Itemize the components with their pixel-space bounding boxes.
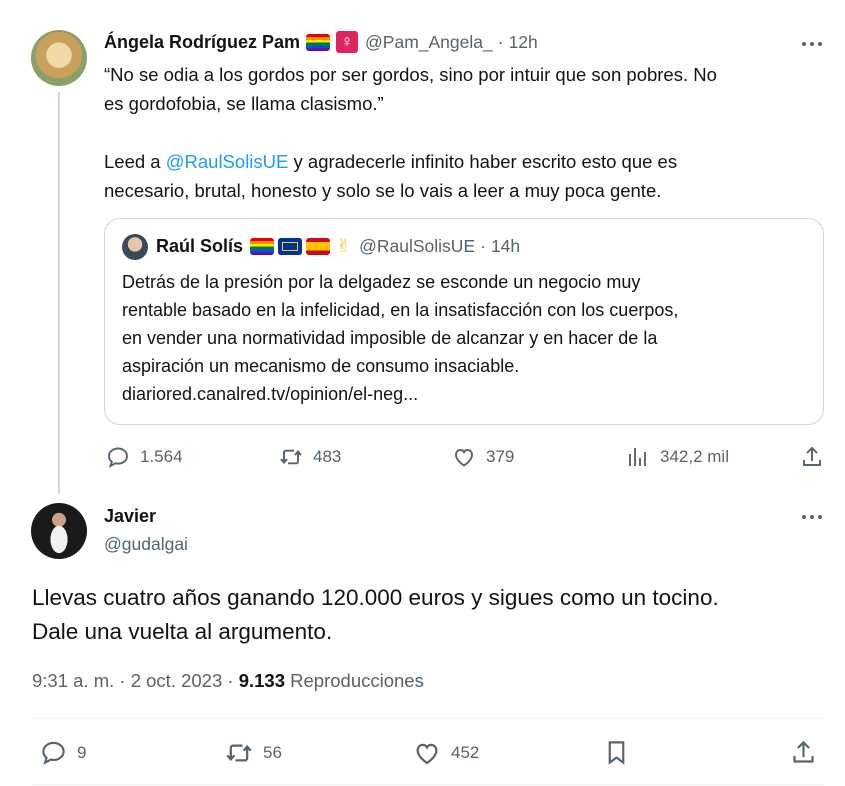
like-count: 452 [451, 743, 480, 762]
quote-text-line: en vender una normatividad imposible de … [122, 328, 658, 348]
retweet-icon [226, 744, 252, 762]
like-button[interactable]: 379 [452, 445, 514, 469]
retweet-count: 483 [313, 447, 342, 466]
quote-text-line: Detrás de la presión por la delgadez se … [122, 272, 641, 292]
female-symbol-icon: ♀ [336, 31, 359, 53]
more-options-icon[interactable] [802, 42, 822, 46]
tweet-text-line: Leed a @RaulSolisUE y agradecerle infini… [104, 151, 678, 172]
divider [32, 718, 824, 719]
tweet-text-line: es gordofobia, se llama clasismo.” [104, 93, 384, 114]
tweet-text-line: Dale una vuelta al argumento. [32, 619, 333, 644]
like-count: 379 [486, 447, 515, 466]
quote-author-handle: @RaulSolisUE [359, 236, 476, 256]
tweet-timestamp[interactable]: 9:31 a. m. · 2 oct. 2023 · [32, 670, 234, 691]
quote-header: Raúl Solís ✌ @RaulSolisUE · 14h [156, 236, 520, 257]
share-icon [793, 740, 814, 763]
retweet-count: 56 [263, 743, 282, 762]
heart-icon [455, 449, 473, 467]
quote-author-name: Raúl Solís [156, 236, 244, 256]
reply-count: 1.564 [140, 447, 183, 466]
avatar-javier[interactable] [31, 503, 87, 559]
rainbow-flag-icon [306, 33, 331, 51]
reply-button[interactable]: 1.564 [106, 445, 183, 469]
tweet1-text: “No se odia a los gordos por ser gordos,… [104, 60, 824, 205]
quote-text: Detrás de la presión por la delgadez se … [122, 268, 812, 408]
views-count: 342,2 mil [660, 447, 729, 466]
mention-link[interactable]: @RaulSolisUE [166, 151, 289, 172]
spain-flag-icon [306, 238, 331, 255]
reply-icon [108, 447, 128, 468]
author-handle[interactable]: @gudalgai [104, 534, 188, 555]
tweet-text-line: necesario, brutal, honesto y solo se lo … [104, 180, 662, 201]
heart-icon [416, 743, 438, 765]
views-button[interactable]: 342,2 mil [626, 445, 729, 469]
bookmark-button[interactable] [603, 739, 630, 766]
views-label: Reproducciones [290, 670, 424, 691]
retweet-icon [280, 449, 302, 465]
author-name[interactable]: Ángela Rodríguez Pam [104, 32, 300, 53]
tweet-time[interactable]: 12h [509, 32, 538, 53]
author-handle[interactable]: @Pam_Angela_ [365, 32, 493, 53]
quote-text-line: rentable basado en la infelicidad, en la… [122, 300, 679, 320]
views-number: 9.133 [238, 670, 285, 691]
quote-time: 14h [490, 236, 521, 256]
thread-connector-line [58, 92, 60, 494]
author-name[interactable]: Javier [104, 506, 156, 527]
share-button[interactable] [800, 445, 824, 469]
retweet-button[interactable]: 56 [225, 739, 282, 767]
retweet-button[interactable]: 483 [279, 445, 341, 469]
tweet-text-line: “No se odia a los gordos por ser gordos,… [104, 64, 717, 85]
separator-dot: · [497, 31, 504, 52]
separator-dot: · [480, 236, 486, 256]
like-button[interactable]: 452 [413, 739, 479, 767]
tweet-text-line: Llevas cuatro años ganando 120.000 euros… [32, 585, 719, 610]
reply-button[interactable]: 9 [40, 739, 86, 766]
reply-icon [42, 741, 65, 765]
tweet1-header: Ángela Rodríguez Pam ♀ @Pam_Angela_ · 12… [104, 31, 538, 53]
victory-hand-icon: ✌ [336, 236, 352, 256]
avatar-angela[interactable] [31, 30, 87, 86]
rainbow-flag-icon [250, 238, 275, 255]
share-button[interactable] [790, 739, 817, 766]
quote-link-text: diariored.canalred.tv/opinion/el-neg... [122, 384, 419, 404]
bookmark-icon [608, 741, 625, 765]
divider [32, 784, 824, 785]
quote-text-line: aspiración un mecanismo de consumo insac… [122, 356, 520, 376]
share-icon [803, 446, 821, 466]
tweet2-text: Llevas cuatro años ganando 120.000 euros… [32, 581, 822, 649]
eu-flag-icon [278, 238, 303, 255]
avatar-raul[interactable] [122, 234, 148, 260]
more-options-icon[interactable] [802, 515, 822, 519]
tweet-meta: 9:31 a. m. · 2 oct. 2023 · 9.133 Reprodu… [32, 670, 424, 692]
reply-count: 9 [77, 742, 87, 762]
views-chart-icon [629, 448, 646, 466]
